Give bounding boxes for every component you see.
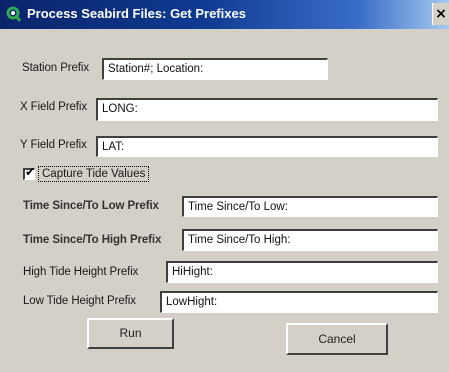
time-since-high-prefix-input[interactable]: Time Since/To High: [182,229,438,251]
y-field-prefix-input[interactable]: LAT: [96,136,438,157]
high-tide-height-prefix-label: High Tide Height Prefix [23,266,139,278]
low-tide-height-prefix-input[interactable]: LowHight: [160,291,438,313]
station-prefix-label: Station Prefix [22,62,89,74]
run-button[interactable]: Run [87,318,174,349]
high-tide-height-prefix-input[interactable]: HiHight: [166,261,438,283]
time-since-low-prefix-input[interactable]: Time Since/To Low: [182,196,438,217]
x-field-prefix-input[interactable]: LONG: [96,98,438,121]
checkmark-icon: ✔ [25,165,36,179]
app-icon [6,6,22,22]
close-icon: × [435,6,447,22]
cancel-button[interactable]: Cancel [286,323,388,355]
close-button[interactable]: × [432,3,449,25]
dialog-window: Process Seabird Files: Get Prefixes × St… [0,0,449,372]
title-bar[interactable]: Process Seabird Files: Get Prefixes × [0,0,449,29]
checkbox-box[interactable]: ✔ [23,165,36,180]
window-title: Process Seabird Files: Get Prefixes [27,6,246,21]
capture-tide-values-label: Capture Tide Values [38,166,150,182]
time-since-high-prefix-label: Time Since/To High Prefix [23,234,162,246]
station-prefix-input[interactable]: Station#; Location: [102,58,328,80]
x-field-prefix-label: X Field Prefix [20,101,87,113]
low-tide-height-prefix-label: Low Tide Height Prefix [23,295,136,307]
y-field-prefix-label: Y Field Prefix [20,139,87,151]
time-since-low-prefix-label: Time Since/To Low Prefix [23,200,159,212]
